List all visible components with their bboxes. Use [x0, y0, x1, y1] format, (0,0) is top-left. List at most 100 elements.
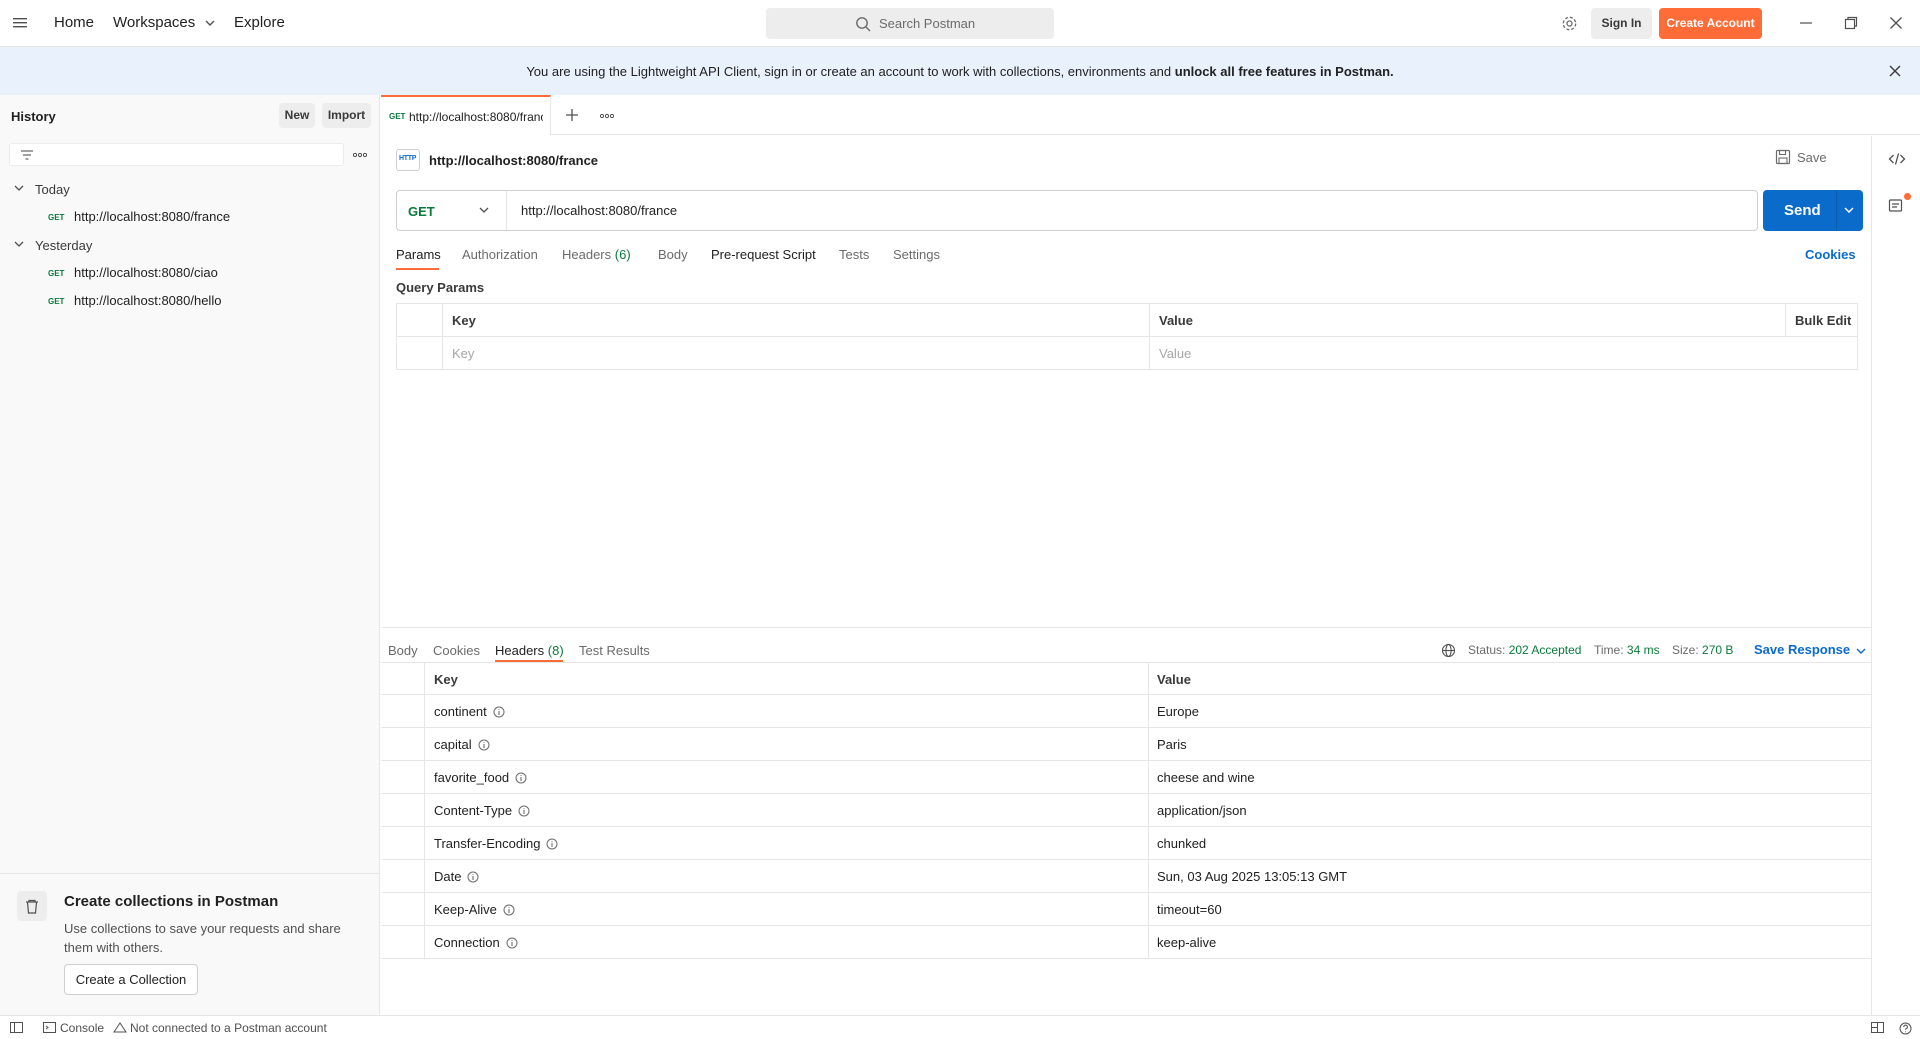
- header-value: Paris: [1157, 737, 1187, 752]
- create-account-button[interactable]: Create Account: [1659, 8, 1762, 39]
- info-icon[interactable]: [467, 871, 479, 883]
- create-collection-button[interactable]: Create a Collection: [64, 964, 198, 995]
- account-status[interactable]: Not connected to a Postman account: [130, 1021, 327, 1035]
- table-header-row: Key Value: [381, 662, 1871, 696]
- header-key: Connection: [434, 935, 518, 950]
- method-badge: GET: [48, 297, 65, 306]
- close-window-icon[interactable]: [1888, 15, 1904, 31]
- chevron-down-icon: [14, 185, 24, 191]
- sign-in-button[interactable]: Sign In: [1591, 8, 1652, 39]
- chevron-down-icon[interactable]: [1844, 207, 1854, 213]
- cloud-off-icon: [113, 1022, 127, 1033]
- top-bar: Home Workspaces Explore Search Postman S…: [0, 0, 1920, 47]
- history-item[interactable]: GET http://localhost:8080/hello: [48, 293, 221, 313]
- nav-workspaces[interactable]: Workspaces: [113, 14, 215, 31]
- tab-settings[interactable]: Settings: [893, 247, 940, 262]
- table-row: Keep-Alive timeout=60: [381, 893, 1871, 926]
- row-divider: [397, 336, 1857, 337]
- more-options-icon[interactable]: [352, 152, 368, 158]
- method-value: GET: [408, 204, 435, 219]
- save-response-button[interactable]: Save Response: [1754, 642, 1866, 657]
- tab-authorization[interactable]: Authorization: [462, 247, 538, 262]
- code-icon[interactable]: [1888, 152, 1906, 166]
- time-label: Time:: [1594, 643, 1624, 657]
- more-options-icon[interactable]: [599, 113, 615, 119]
- new-button[interactable]: New: [279, 103, 315, 128]
- history-filter-input[interactable]: [9, 143, 344, 166]
- history-url: http://localhost:8080/hello: [74, 293, 222, 308]
- nav-explore[interactable]: Explore: [234, 14, 285, 31]
- value-input[interactable]: Value: [1159, 346, 1191, 361]
- status-readout[interactable]: Status: 202 Accepted: [1468, 643, 1581, 657]
- header-value: application/json: [1157, 803, 1247, 818]
- response-tab-test-results[interactable]: Test Results: [579, 643, 650, 658]
- history-item[interactable]: GET http://localhost:8080/ciao: [48, 265, 218, 285]
- tab-params[interactable]: Params: [396, 247, 441, 262]
- tab-headers[interactable]: Headers (6): [562, 247, 631, 262]
- size-readout[interactable]: Size: 270 B: [1672, 643, 1733, 657]
- col-divider: [1148, 663, 1149, 696]
- tab-headers-label: Headers: [562, 247, 612, 262]
- info-icon[interactable]: [515, 772, 527, 784]
- col-divider: [424, 794, 425, 827]
- time-value: 34 ms: [1626, 643, 1660, 657]
- key-column-header: Key: [434, 672, 458, 687]
- tab-pre-request-script[interactable]: Pre-request Script: [711, 247, 816, 262]
- search-input[interactable]: Search Postman: [766, 8, 1054, 39]
- method-select[interactable]: GET: [397, 191, 507, 230]
- info-icon[interactable]: [518, 805, 530, 817]
- gear-icon[interactable]: [1561, 15, 1578, 32]
- context-panel-icon[interactable]: [1888, 197, 1904, 213]
- tab-tests[interactable]: Tests: [839, 247, 869, 262]
- response-panel: Body Cookies Headers (8) Test Results St…: [381, 627, 1871, 1015]
- response-tab-cookies[interactable]: Cookies: [433, 643, 480, 658]
- header-key-text: Transfer-Encoding: [434, 836, 541, 851]
- header-value: timeout=60: [1157, 902, 1222, 917]
- save-button[interactable]: Save: [1775, 149, 1827, 165]
- banner-bold-text[interactable]: unlock all free features in Postman.: [1175, 64, 1394, 79]
- bulk-edit-button[interactable]: Bulk Edit: [1795, 313, 1851, 328]
- response-tab-headers[interactable]: Headers (8): [495, 643, 564, 658]
- plus-icon[interactable]: [564, 107, 580, 123]
- request-name[interactable]: http://localhost:8080/france: [429, 153, 598, 168]
- info-icon[interactable]: [493, 706, 505, 718]
- cta-description: Use collections to save your requests an…: [64, 921, 341, 955]
- send-button[interactable]: Send: [1763, 190, 1863, 231]
- history-url: http://localhost:8080/france: [74, 209, 231, 224]
- info-icon[interactable]: [503, 904, 515, 916]
- minimize-icon[interactable]: [1798, 15, 1814, 31]
- table-row: capital Paris: [381, 728, 1871, 761]
- two-pane-icon[interactable]: [1871, 1022, 1884, 1033]
- history-item[interactable]: GET http://localhost:8080/france: [48, 209, 230, 229]
- close-icon[interactable]: [1888, 64, 1902, 78]
- restore-icon[interactable]: [1843, 15, 1859, 31]
- time-readout[interactable]: Time: 34 ms: [1594, 643, 1660, 657]
- key-input[interactable]: Key: [452, 346, 474, 361]
- request-tab[interactable]: GET http://localhost:8080/france: [381, 95, 551, 135]
- toggle-sidebar-icon[interactable]: [10, 1022, 23, 1033]
- response-tab-body[interactable]: Body: [388, 643, 418, 658]
- console-button[interactable]: Console: [60, 1021, 104, 1035]
- hamburger-menu-icon[interactable]: [13, 16, 29, 30]
- status-value: 202 Accepted: [1508, 643, 1582, 657]
- info-icon[interactable]: [506, 937, 518, 949]
- table-row: continent Europe: [381, 695, 1871, 728]
- info-icon[interactable]: [546, 838, 558, 850]
- help-icon[interactable]: [1899, 1022, 1912, 1035]
- header-value: Europe: [1157, 704, 1199, 719]
- table-row: favorite_food cheese and wine: [381, 761, 1871, 794]
- value-column-header: Value: [1159, 313, 1193, 328]
- cookies-link[interactable]: Cookies: [1805, 247, 1856, 262]
- url-input[interactable]: http://localhost:8080/france: [521, 203, 677, 218]
- import-button[interactable]: Import: [322, 103, 371, 128]
- tab-body[interactable]: Body: [658, 247, 688, 262]
- header-key: Transfer-Encoding: [434, 836, 558, 851]
- request-tab-bar: GET http://localhost:8080/france: [381, 95, 1920, 135]
- group-label: Yesterday: [35, 238, 93, 253]
- info-icon[interactable]: [478, 739, 490, 751]
- url-bar: GET http://localhost:8080/france: [396, 190, 1758, 231]
- globe-icon[interactable]: [1441, 643, 1456, 658]
- header-key: Content-Type: [434, 803, 530, 818]
- nav-home[interactable]: Home: [54, 14, 94, 31]
- status-label: Status:: [1468, 643, 1506, 657]
